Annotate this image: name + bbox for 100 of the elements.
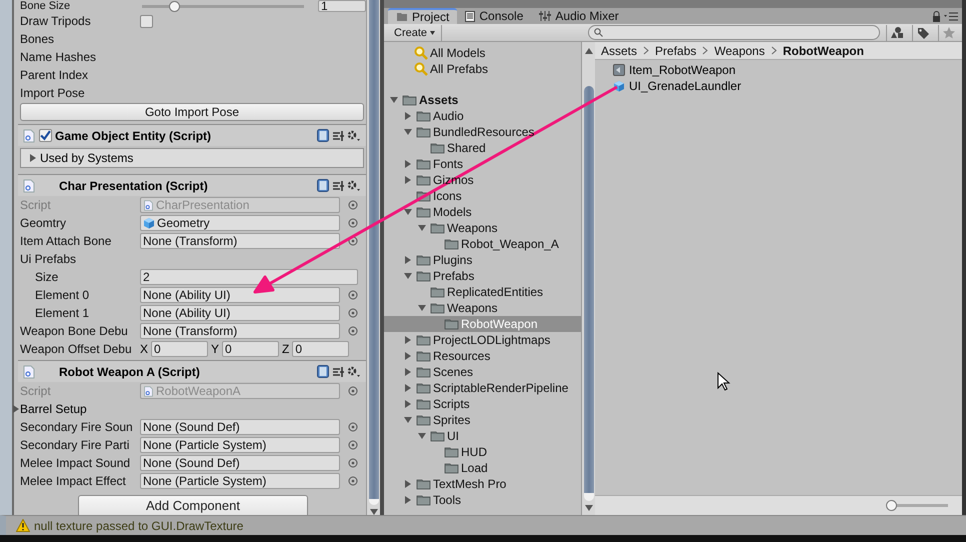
expanded-arrow-icon[interactable]	[390, 96, 398, 104]
create-dropdown[interactable]: Create	[388, 24, 442, 40]
help-icon[interactable]	[317, 129, 329, 142]
breadcrumb-link[interactable]: Prefabs	[655, 44, 696, 58]
property-label: Secondary Fire Soun	[20, 420, 134, 434]
object-field[interactable]: None (Transform)	[140, 233, 340, 249]
scroll-up-icon[interactable]	[584, 48, 592, 54]
object-picker-icon[interactable]	[348, 386, 358, 396]
help-icon[interactable]	[317, 365, 329, 378]
folder-tree-item[interactable]: Weapons	[384, 220, 581, 236]
component-header[interactable]: Robot Weapon A (Script)	[18, 360, 366, 382]
help-icon[interactable]	[317, 179, 329, 192]
panel-tab[interactable]: Project	[388, 8, 458, 24]
folder-tree-item[interactable]: Plugins	[384, 252, 581, 268]
folder-tree-item[interactable]: Load	[384, 460, 581, 476]
breadcrumb-link[interactable]: Assets	[601, 44, 638, 58]
scrollbar[interactable]	[366, 0, 380, 515]
object-field[interactable]: None (Transform)	[140, 323, 340, 339]
folder-tree-item[interactable]: ScriptableRenderPipeline	[384, 380, 581, 396]
favorite-search-item[interactable]: All Prefabs	[384, 61, 581, 77]
folder-tree-item[interactable]: Weapons	[384, 300, 581, 316]
object-field[interactable]: Geometry	[140, 215, 340, 231]
collapsed-arrow-icon[interactable]	[404, 112, 412, 120]
folder-tree-item[interactable]: Audio	[384, 108, 581, 124]
collapsed-arrow-icon[interactable]	[404, 336, 412, 344]
folder-tree-item[interactable]: ProjectLODLightmaps	[384, 332, 581, 348]
panel-tab[interactable]: Console	[457, 8, 532, 24]
folder-tree-item[interactable]: Shared	[384, 140, 581, 156]
object-field[interactable]: None (Particle System)	[140, 473, 340, 489]
preset-icon[interactable]	[332, 180, 344, 192]
collapsed-arrow-icon[interactable]	[404, 160, 412, 168]
object-field[interactable]: None (Ability UI)	[140, 305, 340, 321]
asset-item[interactable]: Item_RobotWeapon	[613, 62, 962, 78]
object-field[interactable]: None (Sound Def)	[140, 455, 340, 471]
collapsed-arrow-icon[interactable]	[404, 176, 412, 184]
expanded-arrow-icon[interactable]	[404, 128, 412, 136]
collapsed-arrow-icon[interactable]	[404, 352, 412, 360]
foldout-label[interactable]: Barrel Setup	[20, 402, 87, 416]
breadcrumb-link[interactable]: Weapons	[714, 44, 765, 58]
object-field[interactable]: None (Sound Def)	[140, 419, 340, 435]
number-field[interactable]: 0	[151, 341, 208, 357]
filter-by-label-button[interactable]	[912, 24, 932, 40]
collapsed-arrow-icon[interactable]	[29, 154, 37, 162]
goto-pose-button[interactable]: Goto Import Pose	[20, 103, 364, 121]
scrollbar[interactable]	[581, 42, 595, 515]
preset-icon[interactable]	[332, 366, 344, 378]
component-header[interactable]: Game Object Entity (Script)	[18, 124, 366, 146]
collapsed-arrow-icon[interactable]	[404, 368, 412, 376]
folder-tree-item[interactable]: Resources	[384, 348, 581, 364]
folder-tree-item[interactable]: Tools	[384, 492, 581, 508]
number-field[interactable]: 0	[292, 341, 350, 357]
search-field[interactable]	[588, 25, 880, 40]
folder-tree-item[interactable]: Scripts	[384, 396, 581, 412]
object-field[interactable]: None (Ability UI)	[140, 287, 340, 303]
folder-tree-item[interactable]: Prefabs	[384, 268, 581, 284]
folder-tree-item[interactable]: Scenes	[384, 364, 581, 380]
folder-tree-item[interactable]: TextMesh Pro	[384, 476, 581, 492]
enable-checkbox[interactable]	[39, 129, 52, 142]
number-field[interactable]: 2	[140, 269, 358, 285]
collapsed-arrow-icon[interactable]	[12, 405, 20, 413]
preset-icon[interactable]	[332, 130, 344, 142]
folder-tree-item[interactable]: Robot_Weapon_A	[384, 236, 581, 252]
settings-icon[interactable]	[347, 366, 360, 378]
folder-tree-item[interactable]: BundledResources	[384, 124, 581, 140]
collapsed-arrow-icon[interactable]	[404, 384, 412, 392]
expanded-arrow-icon[interactable]	[404, 416, 412, 424]
scroll-down-icon[interactable]	[584, 505, 592, 511]
folder-tree-item[interactable]: Sprites	[384, 412, 581, 428]
expanded-arrow-icon[interactable]	[404, 208, 412, 216]
folder-tree-item[interactable]: Fonts	[384, 156, 581, 172]
expanded-arrow-icon[interactable]	[418, 224, 426, 232]
collapsed-arrow-icon[interactable]	[404, 400, 412, 408]
number-field[interactable]: 1	[318, 0, 366, 12]
component-header[interactable]: Char Presentation (Script)	[18, 174, 366, 196]
foldout-panel[interactable]: Used by Systems	[20, 148, 364, 168]
number-field[interactable]: 0	[222, 341, 280, 357]
settings-icon[interactable]	[347, 130, 360, 142]
collapsed-arrow-icon[interactable]	[404, 256, 412, 264]
expanded-arrow-icon[interactable]	[418, 304, 426, 312]
folder-tree-item[interactable]: ReplicatedEntities	[384, 284, 581, 300]
lock-icon[interactable]	[932, 10, 941, 22]
add-component-button[interactable]: Add Component	[78, 495, 308, 515]
expanded-arrow-icon[interactable]	[418, 432, 426, 440]
settings-icon[interactable]	[347, 180, 360, 192]
slider-thumb[interactable]	[886, 500, 897, 511]
favorite-search-item[interactable]: All Models	[384, 45, 581, 61]
folder-tree-item[interactable]: UI	[384, 428, 581, 444]
folder-tree-item[interactable]: HUD	[384, 444, 581, 460]
folder-tree-item[interactable]: Models	[384, 204, 581, 220]
folder-tree-item[interactable]: Assets	[384, 92, 581, 108]
slider-thumb[interactable]	[169, 0, 180, 12]
breadcrumb-link[interactable]: RobotWeapon	[782, 44, 864, 58]
filter-by-type-button[interactable]	[886, 24, 906, 40]
collapsed-arrow-icon[interactable]	[404, 480, 412, 488]
collapsed-arrow-icon[interactable]	[404, 496, 412, 504]
expanded-arrow-icon[interactable]	[404, 272, 412, 280]
panel-tab[interactable]: Audio Mixer	[531, 8, 627, 24]
object-field[interactable]: None (Particle System)	[140, 437, 340, 453]
checkbox[interactable]	[140, 14, 153, 28]
menu-icon[interactable]	[944, 12, 958, 20]
